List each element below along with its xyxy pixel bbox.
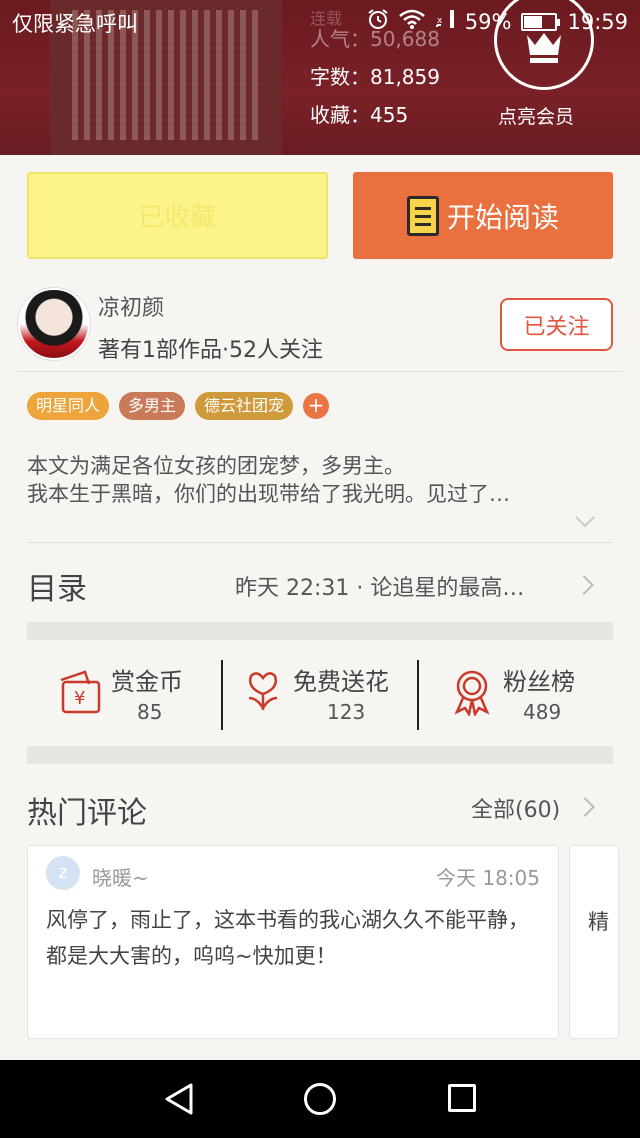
reward-row: ¥ 赏金币 85 免费送花 123 粉丝榜 489 (27, 656, 613, 732)
reward-coin-button[interactable]: ¥ 赏金币 85 (55, 656, 225, 732)
battery-icon (521, 12, 561, 31)
hot-comments-title: 热门评论 (27, 796, 147, 831)
author-row[interactable]: 凉初颜 著有1部作品·52人关注 已关注 (18, 288, 622, 372)
reward-label: 粉丝榜 (503, 668, 575, 696)
flower-icon (243, 668, 283, 718)
reward-flower-button[interactable]: 免费送花 123 (243, 656, 413, 732)
favorites-stat: 收藏：455 (310, 103, 409, 127)
comment-text: 风停了，雨止了，这本书看的我心湖久久不能平静，都是大大害的，呜呜~快加更！ (46, 908, 529, 968)
author-name[interactable]: 凉初颜 (98, 290, 164, 322)
reward-label: 免费送花 (293, 668, 389, 696)
clock: 19:59 (567, 9, 628, 34)
add-tag-button[interactable]: + (303, 393, 330, 419)
collected-button[interactable]: 已收藏 (27, 172, 328, 259)
start-reading-label: 开始阅读 (446, 200, 559, 234)
reward-count: 489 (523, 700, 562, 724)
section-divider (27, 622, 613, 640)
reward-count: 123 (327, 700, 366, 724)
divider (27, 542, 613, 543)
chevron-right-icon (575, 797, 595, 817)
author-avatar[interactable] (18, 288, 90, 360)
author-meta: 著有1部作品·52人关注 (98, 338, 323, 363)
user-avatar[interactable]: z (46, 856, 80, 890)
tag-chip[interactable]: 多男主 (119, 392, 186, 420)
word-count-stat: 字数：81,859 (310, 65, 440, 89)
latest-chapter[interactable]: 昨天 22:31 · 论追星的最高… (235, 570, 565, 602)
comment-card[interactable]: 精 (569, 845, 619, 1039)
alarm-icon (367, 8, 389, 35)
wifi-icon (398, 9, 425, 34)
svg-text:x: x (437, 16, 443, 26)
signal-icon: x (435, 9, 455, 34)
tag-list: 明星同人 多男主 德云社团宠 + (27, 392, 330, 420)
comment-card[interactable]: z 晓暖~ 今天 18:05 风停了，雨止了，这本书看的我心湖久久不能平静，都是… (27, 845, 559, 1039)
chevron-right-icon (574, 575, 594, 595)
system-nav-bar (0, 1060, 640, 1138)
start-reading-button[interactable]: 开始阅读 (353, 172, 613, 259)
carrier-text: 仅限紧急呼叫 (12, 12, 138, 36)
reward-count: 85 (137, 700, 163, 724)
recent-apps-icon[interactable] (448, 1084, 476, 1112)
tag-chip[interactable]: 明星同人 (27, 392, 110, 420)
tag-chip[interactable]: 德云社团宠 (195, 392, 294, 420)
description-line: 本文为满足各位女孩的团宠梦，多男主。 (27, 454, 405, 478)
book-description[interactable]: 本文为满足各位女孩的团宠梦，多男主。 我本生于黑暗，你们的出现带给了我光明。见过… (27, 452, 607, 508)
follow-button[interactable]: 已关注 (500, 298, 613, 351)
medal-icon (451, 668, 493, 720)
description-line: 我本生于黑暗，你们的出现带给了我光明。见过了… (27, 482, 510, 506)
section-divider (27, 746, 613, 764)
all-comments-link[interactable]: 全部(60) (471, 792, 560, 824)
vip-label[interactable]: 点亮会员 (498, 102, 574, 129)
comment-time: 今天 18:05 (436, 866, 540, 890)
catalog-row[interactable]: 目录 昨天 22:31 · 论追星的最高… (27, 560, 613, 610)
home-icon[interactable] (304, 1083, 336, 1115)
back-icon[interactable] (163, 1082, 195, 1116)
divider (417, 660, 419, 730)
catalog-title: 目录 (27, 572, 87, 607)
status-bar: 仅限紧急呼叫 x 59% 19:59 (0, 0, 640, 42)
fan-ranking-button[interactable]: 粉丝榜 489 (451, 656, 613, 732)
battery-percent: 59% (464, 9, 512, 34)
divider (221, 660, 223, 730)
book-icon (406, 195, 439, 236)
reward-label: 赏金币 (111, 668, 183, 696)
comment-text-preview: 精 (588, 910, 609, 934)
chevron-down-icon[interactable] (574, 514, 596, 528)
comment-user[interactable]: 晓暖~ (92, 862, 149, 891)
svg-text:¥: ¥ (74, 688, 85, 709)
coin-envelope-icon: ¥ (55, 668, 105, 720)
